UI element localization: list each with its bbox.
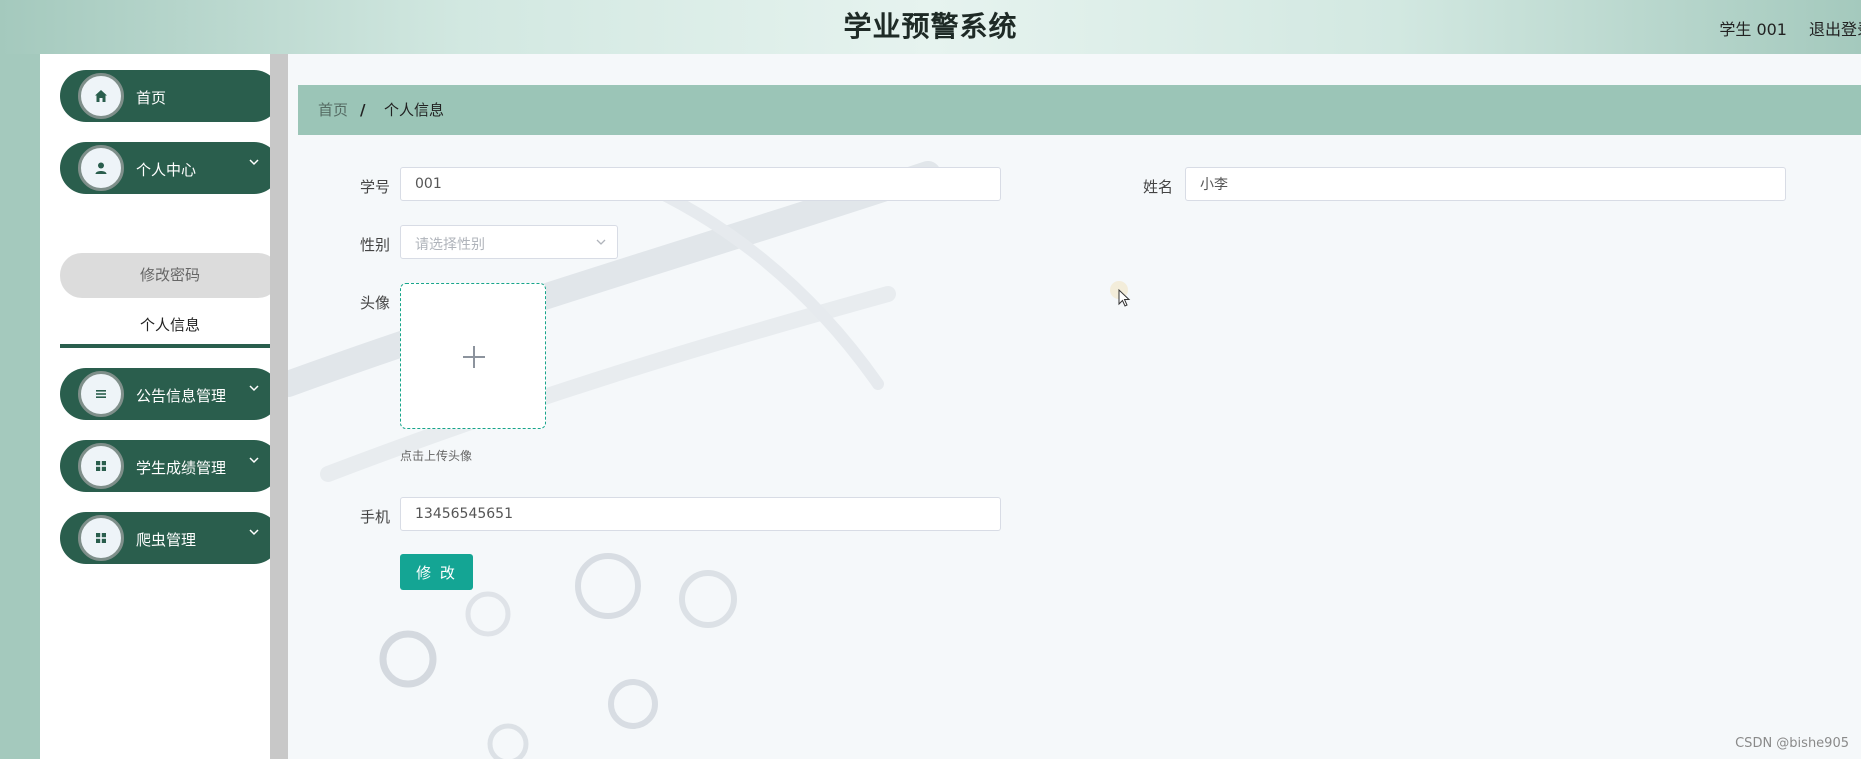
sidebar-item-label: 学生成绩管理 [136,459,227,477]
main-content: 首页 / 个人信息 学号 姓名 性别 请选择性别 头像 点击上传头像 手机 修 … [288,54,1861,759]
logout-button[interactable]: 退出登录 [1809,16,1861,40]
avatar-upload-button[interactable] [400,283,546,429]
mouse-cursor-icon [1110,281,1131,307]
chevron-down-icon [249,159,259,166]
user-icon [78,145,124,191]
phone-label: 手机 [360,508,391,526]
current-user-label: 学生 001 [1719,20,1787,39]
grid-icon [78,515,124,561]
avatar-upload-tip: 点击上传头像 [400,449,473,463]
phone-field[interactable] [400,497,1001,531]
grid-icon [78,443,124,489]
breadcrumb-current: 个人信息 [384,101,445,119]
sidebar-item-personal-center[interactable]: 个人中心 [60,142,280,194]
gender-label: 性别 [360,236,391,254]
top-bar: 学业预警系统 学生 001 退出登录 [0,0,1861,54]
chevron-down-icon [596,239,606,245]
name-label: 姓名 [1143,178,1174,196]
sidebar-item-home[interactable]: 首页 [60,70,280,122]
avatar-label: 头像 [360,294,391,312]
student-id-field[interactable] [400,167,1001,201]
sidebar-item-label: 爬虫管理 [136,531,197,549]
list-icon [78,371,124,417]
sidebar-item-label: 首页 [136,89,167,107]
breadcrumb-separator: / [360,101,366,119]
sidebar-item-notice-management[interactable]: 公告信息管理 [60,368,280,420]
sidebar-item-score-management[interactable]: 学生成绩管理 [60,440,280,492]
app-title: 学业预警系统 [843,10,1018,43]
chevron-down-icon [249,457,259,464]
breadcrumb-home-link[interactable]: 首页 [318,85,348,135]
watermark: CSDN @bishe905 [1735,736,1849,751]
sidebar-subitem-change-password[interactable]: 修改密码 [60,253,280,298]
name-field[interactable] [1185,167,1786,201]
home-icon [78,73,124,119]
sidebar-item-label: 公告信息管理 [136,387,227,405]
sidebar-item-label: 个人中心 [136,161,197,179]
chevron-down-icon [249,529,259,536]
sidebar-divider [270,54,288,759]
update-button[interactable]: 修 改 [400,554,473,590]
sidebar: 首页 个人中心 修改密码 个人信息 公告信息管理 学生成绩管理 爬虫管理 [40,54,280,759]
gender-select[interactable]: 请选择性别 [400,225,618,259]
chevron-down-icon [249,385,259,392]
gender-select-placeholder: 请选择性别 [415,237,485,253]
sidebar-item-crawler-management[interactable]: 爬虫管理 [60,512,280,564]
sidebar-subitem-profile[interactable]: 个人信息 [60,310,280,348]
breadcrumb: 首页 / 个人信息 [298,85,1861,135]
plus-icon [463,346,485,368]
left-accent-strip [0,54,40,759]
student-id-label: 学号 [360,178,391,196]
